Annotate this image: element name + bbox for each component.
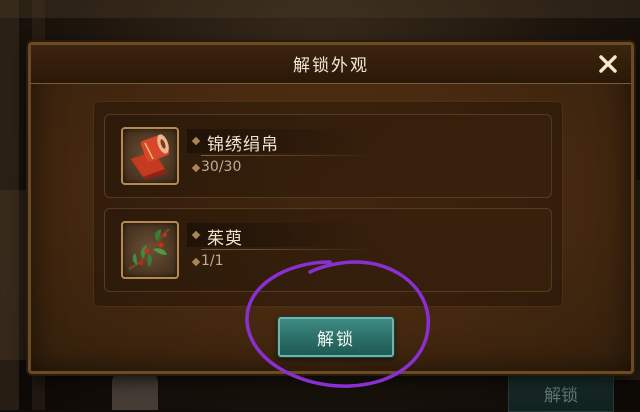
- required-item: 茱萸 1/1: [104, 208, 552, 292]
- required-items-panel: 锦绣绢帛 30/30 茱萸 1/1: [93, 101, 563, 307]
- dogwood-branch-icon: [128, 228, 170, 271]
- item-icon-slot[interactable]: [121, 221, 179, 279]
- unlock-appearance-dialog: 解锁外观 锦绣绢帛 30/30 茱萸 1/1 解锁: [28, 42, 634, 374]
- diamond-bullet-icon: [191, 163, 201, 173]
- silk-scroll-icon: [131, 134, 170, 180]
- diamond-bullet-icon: [191, 136, 201, 146]
- item-name-row: 锦绣绢帛: [187, 129, 377, 156]
- diamond-bullet-icon: [191, 230, 201, 240]
- item-name: 锦绣绢帛: [207, 135, 279, 155]
- required-item: 锦绣绢帛 30/30: [104, 114, 552, 198]
- dialog-title-bar: 解锁外观: [31, 45, 631, 84]
- close-x-icon: [599, 55, 617, 73]
- dialog-title: 解锁外观: [293, 56, 369, 76]
- diamond-bullet-icon: [191, 257, 201, 267]
- item-count: 30/30: [201, 159, 242, 175]
- background-unlock-button: 解锁: [508, 374, 614, 412]
- background-character: [112, 372, 158, 410]
- item-name-row: 茱萸: [187, 223, 377, 250]
- item-name: 茱萸: [207, 229, 243, 249]
- item-icon-slot[interactable]: [121, 127, 179, 185]
- close-button[interactable]: [595, 51, 621, 77]
- unlock-button[interactable]: 解锁: [278, 317, 394, 357]
- item-count: 1/1: [201, 253, 224, 269]
